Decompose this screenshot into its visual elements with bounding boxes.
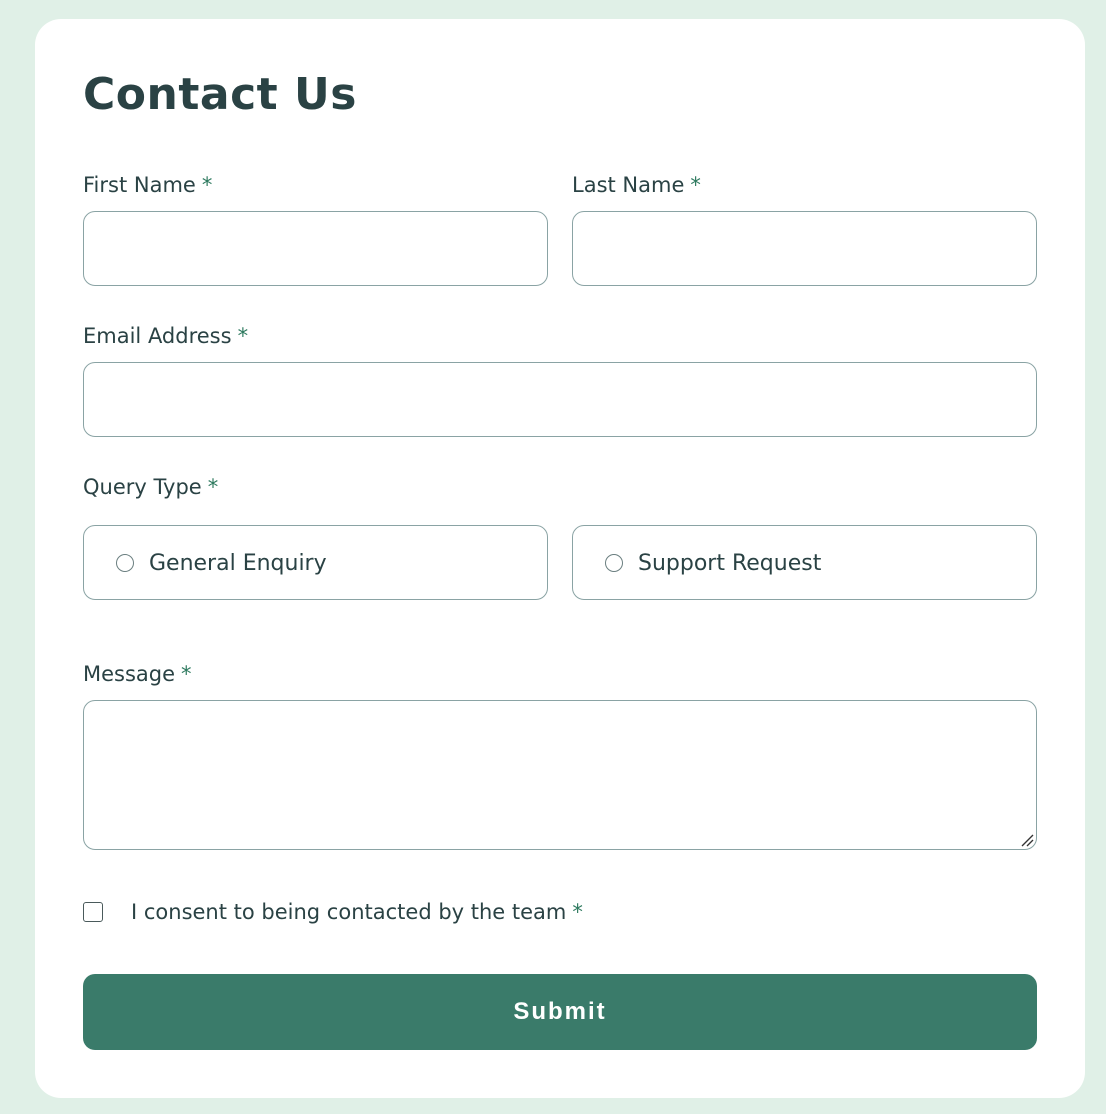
- resize-handle-icon[interactable]: [1020, 833, 1034, 847]
- first-name-input[interactable]: [83, 211, 548, 286]
- last-name-input[interactable]: [572, 211, 1037, 286]
- radio-unchecked-icon[interactable]: [605, 554, 623, 572]
- required-marker: *: [572, 900, 583, 924]
- email-label-text: Email Address: [83, 324, 232, 348]
- query-option-general-enquiry[interactable]: General Enquiry: [83, 525, 548, 600]
- contact-form-card: Contact Us First Name * Last Name * Email …: [35, 19, 1085, 1098]
- required-marker: *: [207, 475, 219, 499]
- last-name-label-text: Last Name: [572, 173, 685, 197]
- query-type-label: Query Type *: [83, 474, 218, 500]
- query-option-label: General Enquiry: [149, 551, 327, 576]
- consent-checkbox[interactable]: [83, 902, 103, 922]
- consent-label: I consent to being contacted by the team…: [131, 899, 583, 925]
- query-type-label-text: Query Type: [83, 475, 202, 499]
- message-label-text: Message: [83, 662, 176, 686]
- email-input[interactable]: [83, 362, 1037, 437]
- required-marker: *: [181, 662, 192, 686]
- query-option-support-request[interactable]: Support Request: [572, 525, 1037, 600]
- page-title: Contact Us: [83, 69, 357, 120]
- submit-button[interactable]: Submit: [83, 974, 1037, 1050]
- consent-label-text: I consent to being contacted by the team: [131, 900, 567, 924]
- email-label: Email Address *: [83, 323, 248, 349]
- last-name-label: Last Name *: [572, 172, 701, 198]
- first-name-label: First Name *: [83, 172, 212, 198]
- first-name-label-text: First Name: [83, 173, 196, 197]
- required-marker: *: [201, 173, 213, 197]
- radio-unchecked-icon[interactable]: [116, 554, 134, 572]
- required-marker: *: [690, 173, 701, 197]
- message-label: Message *: [83, 661, 192, 687]
- message-textarea[interactable]: [83, 700, 1037, 850]
- query-option-label: Support Request: [638, 551, 822, 576]
- required-marker: *: [237, 324, 249, 348]
